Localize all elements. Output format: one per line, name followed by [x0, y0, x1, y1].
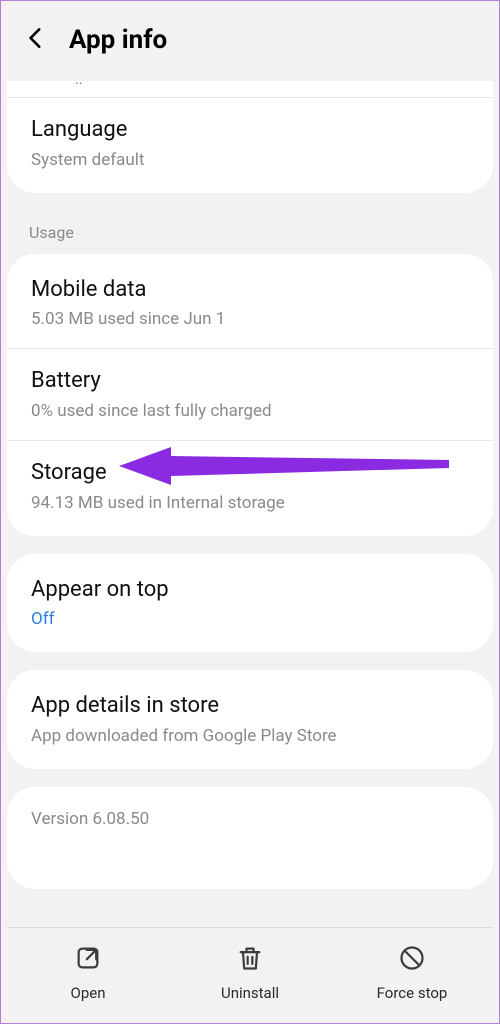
force-stop-icon [398, 944, 426, 976]
row-title: Appear on top [31, 576, 471, 605]
row-mobile-data[interactable]: Mobile data 5.03 MB used since Jun 1 [7, 258, 493, 349]
force-stop-button[interactable]: Force stop [331, 928, 493, 1017]
uninstall-label: Uninstall [221, 984, 279, 1002]
bottom-bar: Open Uninstall Force stop [7, 927, 493, 1017]
card-store-details: App details in store App downloaded from… [7, 670, 493, 769]
row-sub: 5.03 MB used since Jun 1 [31, 308, 471, 330]
previous-row-stub: .. [75, 83, 493, 91]
content-scroll[interactable]: .. Language System default Usage Mobile … [7, 81, 493, 927]
row-sub: 0% used since last fully charged [31, 400, 471, 422]
card-appear-on-top: Appear on top Off [7, 554, 493, 653]
row-sub: App downloaded from Google Play Store [31, 725, 471, 747]
row-storage[interactable]: Storage 94.13 MB used in Internal storag… [7, 441, 493, 532]
row-title: Storage [31, 459, 471, 488]
open-label: Open [71, 984, 106, 1002]
row-sub: 94.13 MB used in Internal storage [31, 492, 471, 514]
row-sub: Off [31, 608, 471, 630]
header: App info [7, 7, 493, 63]
card-general: .. Language System default [7, 81, 493, 193]
row-title: App details in store [31, 692, 471, 721]
row-sub: System default [31, 149, 471, 171]
trash-icon [236, 944, 264, 976]
card-usage: Mobile data 5.03 MB used since Jun 1 Bat… [7, 254, 493, 536]
row-store-details[interactable]: App details in store App downloaded from… [7, 674, 493, 765]
force-stop-label: Force stop [377, 984, 448, 1002]
section-usage-label: Usage [7, 211, 493, 254]
uninstall-button[interactable]: Uninstall [169, 928, 331, 1017]
open-icon [74, 944, 102, 976]
page-title: App info [69, 25, 167, 55]
row-appear-on-top[interactable]: Appear on top Off [7, 558, 493, 649]
row-language[interactable]: Language System default [7, 98, 493, 189]
row-battery[interactable]: Battery 0% used since last fully charged [7, 349, 493, 440]
row-title: Battery [31, 367, 471, 396]
back-icon[interactable] [23, 25, 49, 55]
row-title: Language [31, 116, 471, 145]
card-version: Version 6.08.50 [7, 787, 493, 889]
open-button[interactable]: Open [7, 928, 169, 1017]
version-text: Version 6.08.50 [31, 809, 469, 829]
row-title: Mobile data [31, 276, 471, 305]
app-info-screen: App info .. Language System default Usag… [0, 0, 500, 1024]
